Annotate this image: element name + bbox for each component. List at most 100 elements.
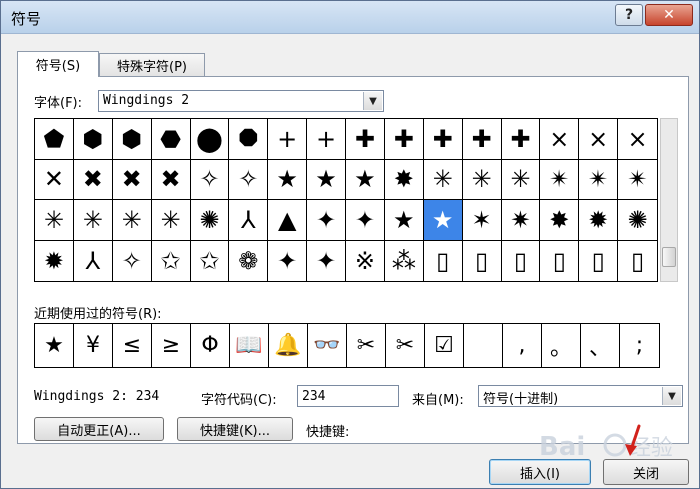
symbol-cell[interactable]: ✸ [384, 159, 424, 200]
symbol-cell[interactable]: ✚ [423, 119, 463, 160]
recent-symbol-cell[interactable]: 、 [581, 324, 620, 367]
symbol-cell[interactable]: ✹ [35, 240, 74, 281]
symbol-cell[interactable]: ▯ [579, 240, 619, 281]
symbol-cell[interactable]: ▯ [424, 240, 463, 281]
symbol-cell[interactable]: ✩ [191, 240, 230, 281]
char-code-value: 234 [302, 389, 326, 404]
shortcut-key-button[interactable]: 快捷键(K)... [177, 417, 293, 441]
from-select[interactable]: 符号(十进制) ▼ [478, 385, 683, 407]
symbol-cell[interactable]: ⁂ [385, 240, 424, 281]
symbol-cell[interactable]: ▯ [502, 240, 541, 281]
recent-symbol-cell[interactable]: ☑ [425, 324, 464, 367]
tab-special-chars[interactable]: 特殊字符(P) [99, 53, 205, 77]
character-name: Wingdings 2: 234 [34, 389, 160, 404]
symbol-cell[interactable]: ✳ [151, 200, 191, 241]
symbol-cell[interactable]: × [618, 119, 657, 160]
symbol-cell[interactable]: ✦ [346, 200, 385, 241]
symbol-grid[interactable]: ⬟ ⬢ ⬢ ⬣ ⬤ ⯃ + + ✚ ✚ ✚ ✚ ✚ × × × ✕ ✖ ✖ ✖ ✧ ✧ ★ ★ ★ ✸ ✳ ✳ ✳ ✴ ✴ ✴ ✳ ✳ ✳ ✳ ✺ ⅄ ▲ ✦… [34, 118, 658, 282]
symbol-cell[interactable]: + [307, 119, 346, 160]
recent-symbol-cell[interactable]: ✂ [347, 324, 386, 367]
symbol-cell[interactable]: ✴ [618, 160, 657, 200]
symbol-cell[interactable]: ❁ [229, 240, 269, 281]
dialog-title: 符号 [11, 10, 42, 28]
symbol-cell[interactable]: ▯ [463, 240, 502, 281]
symbol-cell[interactable]: ✴ [540, 159, 580, 200]
symbol-cell[interactable]: ★ [384, 200, 424, 241]
from-label: 来自(M): [412, 393, 464, 408]
symbol-cell[interactable]: ✩ [152, 240, 191, 281]
recent-symbol-cell[interactable]: ★ [35, 324, 74, 367]
symbol-cell[interactable]: ★ [423, 200, 463, 241]
symbol-cell[interactable]: ✚ [384, 119, 424, 160]
symbol-cell[interactable]: ✳ [462, 159, 502, 200]
symbol-cell[interactable]: ⯃ [229, 119, 269, 160]
symbol-cell[interactable]: ✴ [579, 159, 619, 200]
symbol-cell[interactable]: × [579, 119, 619, 160]
recent-symbol-cell[interactable]: 👓 [308, 324, 347, 367]
symbol-cell[interactable]: ✧ [229, 159, 269, 200]
symbol-cell[interactable]: ✧ [190, 159, 230, 200]
chevron-down-icon: ▼ [363, 92, 382, 110]
recent-symbol-cell[interactable] [464, 324, 503, 367]
recent-symbol-cell[interactable]: 。 [542, 324, 581, 367]
window-close-button[interactable]: ✕ [645, 4, 693, 26]
recent-symbol-cell[interactable]: ¥ [74, 324, 113, 367]
recent-symbol-cell[interactable]: ≤ [113, 324, 152, 367]
symbol-cell[interactable]: ⬟ [35, 119, 74, 160]
symbol-cell[interactable]: ✚ [501, 119, 541, 160]
symbol-cell[interactable]: ✹ [579, 200, 619, 241]
symbol-cell[interactable]: ✦ [307, 200, 346, 241]
symbol-cell[interactable]: ▲ [268, 200, 308, 241]
recent-symbol-cell[interactable]: 📖 [230, 324, 269, 367]
symbol-cell[interactable]: ✳ [501, 159, 541, 200]
symbol-cell[interactable]: ✷ [501, 200, 541, 241]
symbol-grid-scrollbar[interactable] [660, 118, 678, 282]
symbol-cell[interactable]: ★ [346, 159, 385, 200]
symbol-cell[interactable]: ✺ [190, 200, 230, 241]
help-button[interactable]: ? [615, 4, 643, 26]
symbol-cell[interactable]: ✖ [73, 159, 113, 200]
symbol-cell[interactable]: ⬢ [112, 119, 152, 160]
recent-symbol-cell[interactable]: ✂ [386, 324, 425, 367]
symbol-cell[interactable]: ✺ [618, 200, 657, 241]
symbol-cell[interactable]: × [540, 119, 580, 160]
symbol-cell[interactable]: ★ [307, 159, 346, 200]
symbol-cell[interactable]: ✸ [540, 200, 580, 241]
tab-symbols[interactable]: 符号(S) [17, 51, 99, 77]
symbol-cell[interactable]: ✳ [423, 159, 463, 200]
symbol-cell[interactable]: ⅄ [74, 240, 113, 281]
symbol-cell[interactable]: ✚ [462, 119, 502, 160]
symbol-cell[interactable]: ✶ [462, 200, 502, 241]
symbol-cell[interactable]: ✦ [268, 240, 308, 281]
symbol-cell[interactable]: ★ [268, 159, 308, 200]
scrollbar-thumb[interactable] [662, 247, 676, 267]
font-select[interactable]: Wingdings 2 ▼ [98, 90, 384, 112]
symbol-cell[interactable]: ⬢ [73, 119, 113, 160]
symbol-cell[interactable]: ✳ [112, 200, 152, 241]
symbol-cell[interactable]: ✦ [307, 240, 346, 281]
char-code-input[interactable]: 234 [297, 385, 399, 407]
recent-symbols-row[interactable]: ★ ¥ ≤ ≥ Φ 📖 🔔 👓 ✂ ✂ ☑,。、; [34, 323, 660, 368]
symbol-cell[interactable]: ✖ [112, 159, 152, 200]
autocorrect-button[interactable]: 自动更正(A)... [34, 417, 164, 441]
recent-symbol-cell[interactable]: Φ [191, 324, 230, 367]
recent-symbol-cell[interactable]: , [503, 324, 542, 367]
recent-symbol-cell[interactable]: ≥ [152, 324, 191, 367]
recent-symbol-cell[interactable]: 🔔 [269, 324, 308, 367]
font-label: 字体(F): [34, 96, 83, 111]
symbol-cell[interactable]: ✖ [151, 159, 191, 200]
symbol-cell[interactable]: ✧ [113, 240, 152, 281]
symbol-cell[interactable]: ⬤ [190, 119, 230, 160]
symbol-cell[interactable]: ▯ [540, 240, 580, 281]
symbol-cell[interactable]: ▯ [618, 241, 657, 282]
symbol-cell[interactable]: ✕ [35, 159, 74, 200]
chevron-down-icon: ▼ [662, 387, 681, 405]
symbol-cell[interactable]: ✳ [35, 200, 74, 241]
symbol-cell[interactable]: ⬣ [151, 119, 191, 160]
symbol-cell[interactable]: + [268, 119, 308, 160]
symbol-cell[interactable]: ⅄ [229, 200, 269, 241]
symbol-cell[interactable]: ※ [346, 240, 385, 281]
recent-symbol-cell[interactable]: ; [620, 324, 659, 367]
symbol-cell[interactable]: ✚ [346, 119, 385, 160]
symbol-cell[interactable]: ✳ [73, 200, 113, 241]
